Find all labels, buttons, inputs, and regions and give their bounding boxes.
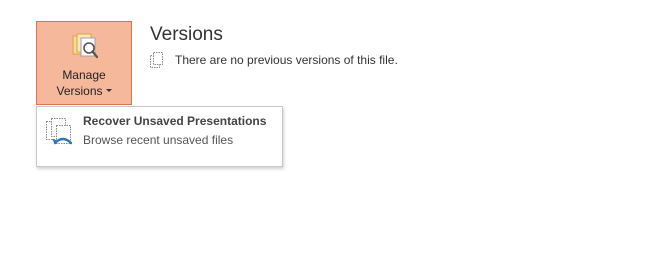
versions-info-text: There are no previous versions of this f… — [175, 53, 398, 67]
manage-versions-label: Manage Versions — [37, 67, 131, 99]
versions-heading: Versions — [150, 24, 223, 45]
document-icon — [150, 52, 163, 68]
versions-info-row: There are no previous versions of this f… — [150, 51, 398, 69]
menu-item-recover-unsaved-title: Recover Unsaved Presentations — [83, 114, 267, 128]
manage-versions-label-line2: Versions — [37, 83, 131, 99]
manage-versions-label-text: Versions — [56, 84, 103, 98]
menu-item-recover-unsaved-description: Browse recent unsaved files — [83, 133, 234, 147]
manage-versions-label-line1: Manage — [62, 68, 106, 82]
backstage-info-page: Manage Versions Versions There are no pr… — [0, 0, 650, 278]
chevron-down-icon — [105, 89, 112, 93]
manage-versions-button[interactable]: Manage Versions — [36, 21, 132, 105]
menu-item-recover-unsaved[interactable]: Recover Unsaved Presentations Browse rec… — [37, 107, 282, 166]
manage-versions-dropdown: Recover Unsaved Presentations Browse rec… — [36, 106, 283, 167]
manage-versions-icon — [72, 33, 99, 59]
recover-unsaved-icon — [46, 118, 73, 145]
